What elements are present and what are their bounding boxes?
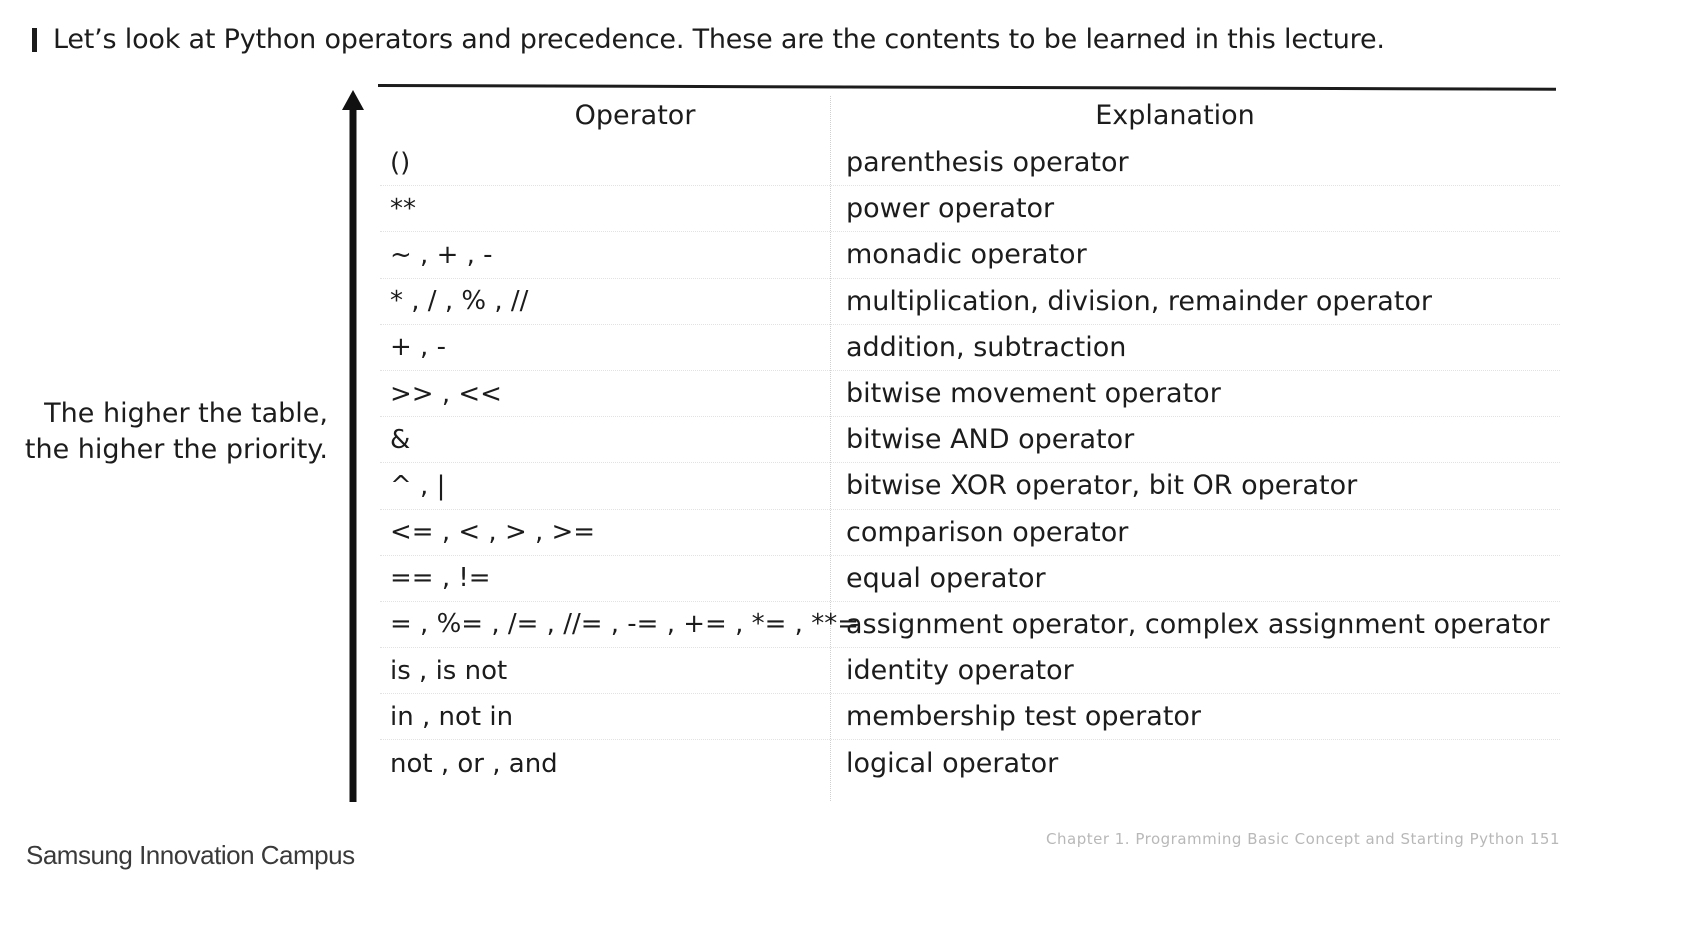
table-row: <= , < , > , >= comparison operator [380,510,1560,556]
table-row: = , %= , /= , //= , -= , += , *= , **= as… [380,602,1560,649]
explanation-cell: bitwise XOR operator, bit OR operator [846,470,1358,502]
priority-up-arrow-icon [342,90,364,802]
operator-cell: == , != [390,563,491,594]
operator-cell: & [390,424,411,455]
explanation-cell: logical operator [846,748,1059,780]
explanation-cell: membership test operator [846,701,1202,733]
table-row: () parenthesis operator [380,140,1560,187]
explanation-cell: monadic operator [846,239,1087,271]
brand-footer: Samsung Innovation Campus [26,840,355,870]
table-row: is , is not identity operator [380,648,1560,695]
table-row: ** power operator [380,186,1560,233]
operator-cell: <= , < , > , >= [390,517,596,548]
operator-cell: >> , << [390,378,502,409]
explanation-cell: multiplication, division, remainder oper… [846,285,1433,317]
priority-note-line2: the higher the priority. [24,434,328,465]
explanation-cell: assignment operator, complex assignment … [846,608,1550,640]
operator-cell: ~ , + , - [390,239,493,270]
table-row: + , - addition, subtraction [380,325,1560,371]
explanation-cell: equal operator [846,562,1046,594]
explanation-cell: comparison operator [846,516,1129,548]
chapter-title: Chapter 1. Programming Basic Concept and… [1046,830,1525,848]
intro-marker-bar [32,27,37,52]
explanation-cell: bitwise AND operator [846,424,1135,456]
table-row: not , or , and logical operator [380,740,1560,786]
chapter-footer: Chapter 1. Programming Basic Concept and… [1046,830,1560,848]
explanation-cell: power operator [846,193,1055,225]
operator-cell: in , not in [390,701,514,732]
table-row: & bitwise AND operator [380,417,1560,464]
priority-note-line1: The higher the table, [44,398,328,429]
explanation-cell: addition, subtraction [846,331,1127,363]
operator-cell: () [390,147,411,178]
explanation-cell: identity operator [846,655,1074,687]
table-row: in , not in membership test operator [380,694,1560,741]
table-header-row: Operator Explanation [380,90,1560,140]
table-body: () parenthesis operator ** power operator ~ … [380,140,1560,787]
header-explanation: Explanation [1095,99,1255,131]
table-row: ^ , | bitwise XOR operator, bit OR operat… [380,463,1560,510]
operator-cell: = , %= , /= , //= , -= , += , *= , **= [390,609,859,640]
explanation-cell: parenthesis operator [846,147,1129,179]
explanation-cell: bitwise movement operator [846,378,1221,410]
page-number: 151 [1529,830,1560,848]
operator-cell: + , - [390,332,446,363]
header-operator: Operator [574,99,696,131]
table-row: ~ , + , - monadic operator [380,232,1560,279]
operator-cell: * , / , % , // [390,286,529,317]
operator-cell: ** [390,193,416,224]
table-row: >> , << bitwise movement operator [380,371,1560,418]
table-row: == , != equal operator [380,556,1560,602]
intro-text: Let’s look at Python operators and prece… [53,24,1385,55]
precedence-table: Operator Explanation () parenthesis opera… [380,90,1560,787]
operator-cell: ^ , | [390,470,446,501]
table-row: * , / , % , // multiplication, division, … [380,279,1560,325]
operator-cell: not , or , and [390,748,558,779]
intro-line: Let’s look at Python operators and prece… [32,24,1385,55]
priority-note: The higher the table, the higher the pri… [20,396,328,468]
operator-cell: is , is not [390,655,508,686]
